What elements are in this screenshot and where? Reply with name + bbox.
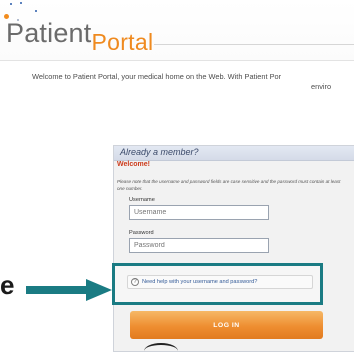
username-label: Username — [129, 197, 155, 203]
password-label: Password — [129, 230, 154, 236]
login-button[interactable]: LOG IN — [130, 311, 323, 339]
case-sensitivity-note: Please note that the username and passwo… — [117, 179, 341, 191]
logo-text-patient: Patient — [6, 18, 92, 48]
intro-line-2: enviro — [311, 82, 332, 91]
help-link[interactable]: ? Need help with your username and passw… — [127, 275, 313, 289]
question-circle-icon: ? — [131, 278, 139, 286]
login-panel-title: Already a member? — [120, 147, 199, 157]
password-input[interactable] — [129, 238, 269, 253]
bottom-cropped-shape — [144, 343, 178, 359]
help-link-label: Need help with your username and passwor… — [142, 279, 258, 285]
intro-line-1: Welcome to Patient Portal, your medical … — [32, 72, 282, 81]
login-panel-header: Already a member? — [114, 146, 354, 161]
left-edge-glyph: e — [0, 270, 15, 300]
logo[interactable]: PatientPortal — [6, 18, 153, 55]
header-divider — [154, 44, 354, 45]
header: PatientPortal — [0, 0, 354, 61]
username-input[interactable] — [129, 205, 269, 220]
arrow-right-icon — [26, 279, 112, 301]
welcome-heading: Welcome! — [117, 161, 150, 168]
logo-text-portal: Portal — [91, 29, 154, 55]
